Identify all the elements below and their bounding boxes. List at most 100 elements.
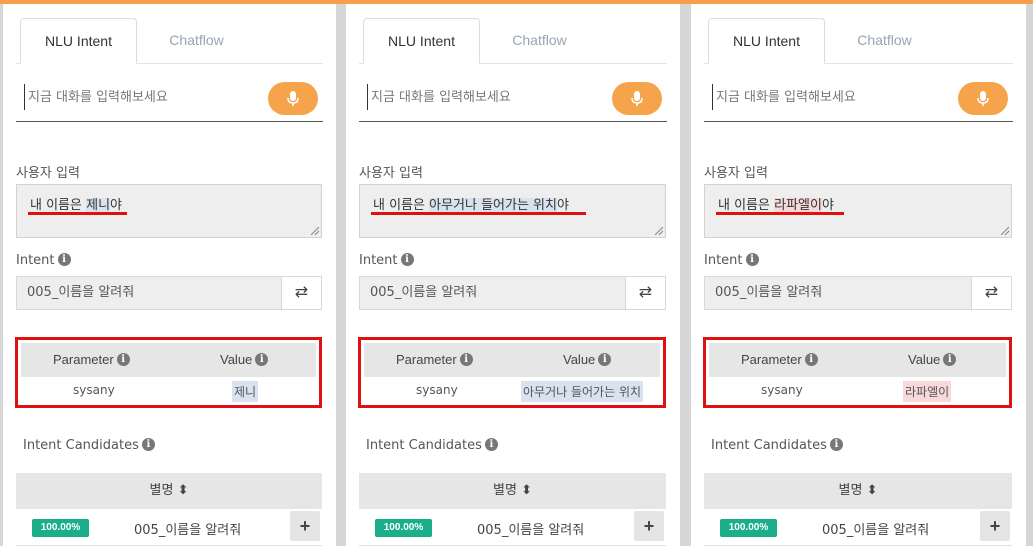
intent-label: Intent i (704, 253, 759, 268)
info-icon: i (141, 438, 155, 451)
tab-nlu-intent[interactable]: NLU Intent (20, 18, 137, 64)
resize-handle[interactable] (311, 227, 319, 235)
intent-field: 005_이름을 알려줘 ⇄ (16, 276, 322, 310)
chat-input-row (359, 78, 667, 122)
parameter-value: 아무거나 들어가는 위치 (521, 381, 644, 402)
plus-icon: + (643, 516, 655, 536)
candidate-row: 100.00% 005_이름을 알려줘 + (16, 509, 322, 546)
tab-bar: NLU Intent Chatflow (704, 18, 1013, 64)
user-input-label: 사용자 입력 (16, 166, 80, 181)
score-badge: 100.00% (375, 519, 432, 537)
mic-button[interactable] (268, 82, 318, 115)
user-input-label: 사용자 입력 (704, 166, 768, 181)
user-text-suffix: 야 (110, 198, 122, 213)
user-text: 내 이름은 제니야 (30, 194, 122, 213)
resize-handle[interactable] (1001, 227, 1009, 235)
intent-value: 005_이름을 알려줘 (17, 277, 281, 309)
swap-icon: ⇄ (638, 284, 653, 301)
intent-label: Intent i (359, 253, 414, 268)
info-icon: i (484, 438, 498, 451)
parameter-header: Parameter i (53, 352, 130, 367)
user-input-textarea[interactable]: 내 이름은 제니야 (16, 184, 322, 238)
alias-sort-header[interactable]: 별명 ⬍ (16, 473, 322, 509)
info-icon: i (598, 353, 612, 366)
candidate-row: 100.00% 005_이름을 알려줘 + (704, 509, 1012, 546)
info-icon: i (57, 253, 71, 266)
parameter-table-header: Parameter i Value i (21, 343, 316, 377)
user-text-entity: 제니 (86, 198, 111, 213)
info-icon: i (943, 353, 957, 366)
candidate-name: 005_이름을 알려줘 (822, 523, 930, 538)
swap-button[interactable]: ⇄ (281, 277, 321, 309)
info-icon: i (400, 253, 414, 266)
tab-nlu-intent[interactable]: NLU Intent (363, 18, 480, 64)
intent-candidates-label: Intent Candidates i (366, 438, 498, 453)
intent-field: 005_이름을 알려줘 ⇄ (704, 276, 1012, 310)
parameter-row: sysany 아무거나 들어가는 위치 (364, 378, 660, 402)
parameter-value: 라파엘이 (903, 381, 952, 402)
value-header-text: Value (220, 352, 253, 367)
add-button[interactable]: + (290, 511, 320, 541)
score-badge: 100.00% (32, 519, 89, 537)
info-icon: i (829, 438, 843, 451)
alias-sort-header[interactable]: 별명 ⬍ (359, 473, 666, 509)
parameter-name: sysany (73, 383, 115, 397)
intent-candidates-text: Intent Candidates (366, 438, 482, 453)
parameter-table: Parameter i Value i sysany 아무거나 들어가는 위치 (358, 337, 666, 408)
nlu-panel: NLU Intent Chatflow 사용자 입력 내 이름은 제니야 Int… (3, 4, 336, 546)
info-icon: i (255, 353, 269, 366)
user-text: 내 이름은 아무거나 들어가는 위치야 (373, 194, 569, 213)
chat-input[interactable] (367, 84, 597, 110)
tab-chatflow[interactable]: Chatflow (138, 18, 255, 64)
user-text-entity: 라파엘이 (774, 198, 822, 213)
parameter-name: sysany (416, 383, 458, 397)
parameter-value: 제니 (232, 381, 259, 402)
swap-button[interactable]: ⇄ (971, 277, 1011, 309)
user-text-prefix: 내 이름은 (30, 198, 87, 213)
intent-label: Intent i (16, 253, 71, 268)
add-button[interactable]: + (634, 511, 664, 541)
user-text-entity: 아무거나 들어가는 위치 (429, 198, 557, 213)
alias-sort-header[interactable]: 별명 ⬍ (704, 473, 1012, 509)
nlu-panel: NLU Intent Chatflow 사용자 입력 내 이름은 라파엘이야 I… (691, 4, 1026, 546)
red-underline (716, 212, 844, 215)
mic-button[interactable] (612, 82, 662, 115)
user-text-prefix: 내 이름은 (718, 198, 775, 213)
user-input-textarea[interactable]: 내 이름은 라파엘이야 (704, 184, 1012, 238)
value-header: Value i (908, 352, 957, 367)
value-header-text: Value (563, 352, 596, 367)
chat-input[interactable] (712, 84, 942, 110)
candidate-row: 100.00% 005_이름을 알려줘 + (359, 509, 666, 546)
swap-icon: ⇄ (984, 284, 999, 301)
tab-bar: NLU Intent Chatflow (16, 18, 323, 64)
tab-nlu-intent[interactable]: NLU Intent (708, 18, 825, 64)
intent-label-text: Intent (359, 253, 398, 268)
user-input-textarea[interactable]: 내 이름은 아무거나 들어가는 위치야 (359, 184, 666, 238)
swap-icon: ⇄ (294, 284, 309, 301)
resize-handle[interactable] (655, 227, 663, 235)
intent-candidates-label: Intent Candidates i (711, 438, 843, 453)
parameter-header: Parameter i (741, 352, 818, 367)
intent-field: 005_이름을 알려줘 ⇄ (359, 276, 666, 310)
info-icon: i (745, 253, 759, 266)
parameter-row: sysany 제니 (21, 378, 316, 402)
chat-input-row (16, 78, 323, 122)
add-button[interactable]: + (980, 511, 1010, 541)
info-icon: i (804, 353, 818, 366)
red-underline (28, 212, 127, 215)
parameter-table-header: Parameter i Value i (709, 343, 1006, 377)
tab-bar: NLU Intent Chatflow (359, 18, 667, 64)
value-header: Value i (563, 352, 612, 367)
user-text: 내 이름은 라파엘이야 (718, 194, 834, 213)
parameter-row: sysany 라파엘이 (709, 378, 1006, 402)
tab-chatflow[interactable]: Chatflow (826, 18, 943, 64)
parameter-header-text: Parameter (53, 352, 114, 367)
value-header-text: Value (908, 352, 941, 367)
intent-value: 005_이름을 알려줘 (705, 277, 971, 309)
tab-chatflow[interactable]: Chatflow (481, 18, 598, 64)
candidate-name: 005_이름을 알려줘 (477, 523, 585, 538)
intent-candidates-text: Intent Candidates (711, 438, 827, 453)
chat-input[interactable] (24, 84, 254, 110)
swap-button[interactable]: ⇄ (625, 277, 665, 309)
mic-button[interactable] (958, 82, 1008, 115)
